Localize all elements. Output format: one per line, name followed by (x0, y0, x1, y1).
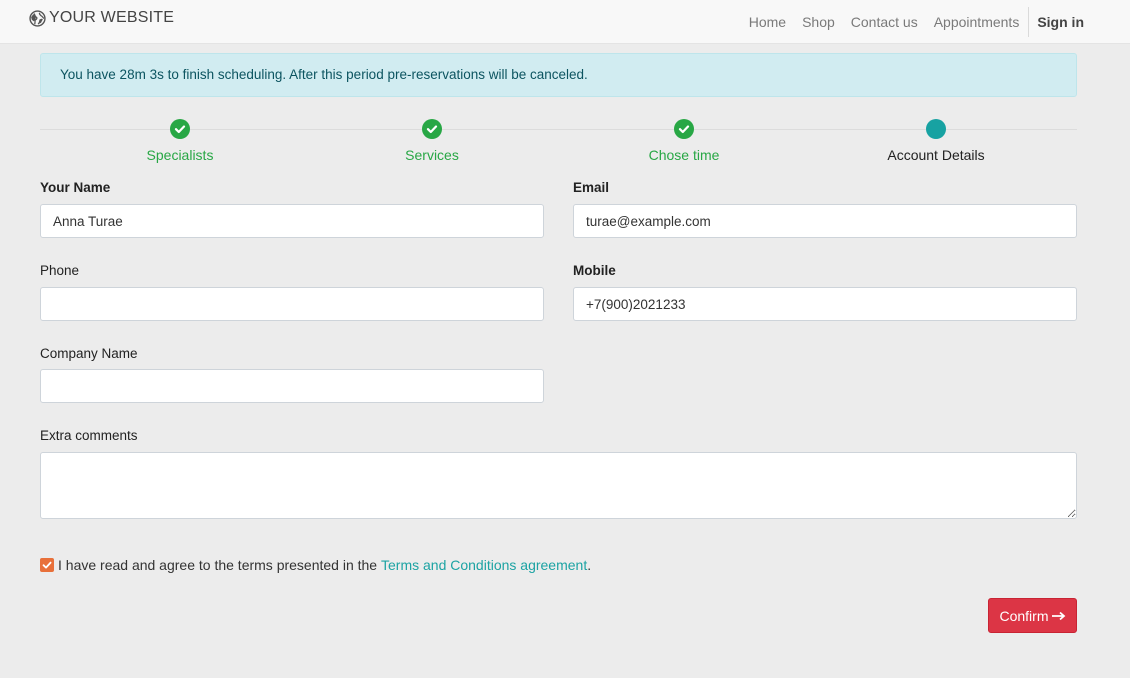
navbar: YOUR WEBSITE Home Shop Contact us Appoin… (0, 0, 1130, 44)
step-chose-time[interactable]: Chose time (555, 118, 813, 163)
phone-input[interactable] (40, 287, 544, 321)
step-check-icon (422, 119, 442, 139)
step-label: Services (405, 147, 459, 163)
step-label: Chose time (648, 147, 720, 163)
confirm-label: Confirm (999, 607, 1049, 624)
step-specialists[interactable]: Specialists (51, 118, 309, 163)
company-name-input[interactable] (40, 369, 544, 403)
progress-stepper: Specialists Services Chose time Account … (40, 118, 1077, 168)
nav-link-home[interactable]: Home (749, 14, 786, 30)
mobile-input[interactable] (573, 287, 1077, 321)
nav-link-contact-us[interactable]: Contact us (851, 14, 918, 30)
your-name-input[interactable] (40, 204, 544, 238)
timer-alert: You have 28m 3s to finish scheduling. Af… (40, 53, 1077, 97)
step-account-details: Account Details (807, 118, 1065, 163)
terms-text: I have read and agree to the terms prese… (58, 557, 378, 573)
brand-name: YOUR WEBSITE (49, 9, 175, 26)
nav-links: Home Shop Contact us Appointments Sign i… (733, 0, 1084, 44)
extra-comments-textarea[interactable] (40, 452, 1077, 519)
confirm-button[interactable]: Confirm (988, 598, 1077, 633)
step-label: Specialists (146, 147, 214, 163)
step-check-icon (170, 119, 190, 139)
email-label: Email (573, 180, 610, 195)
terms-checkbox[interactable] (40, 558, 54, 572)
arrow-right-icon (1051, 608, 1066, 624)
nav-divider (1028, 7, 1030, 37)
step-services[interactable]: Services (303, 118, 561, 163)
globe-icon (29, 9, 46, 27)
step-label: Account Details (887, 147, 985, 163)
email-input[interactable] (573, 204, 1077, 238)
mobile-label: Mobile (573, 263, 616, 278)
your-name-label: Your Name (40, 180, 111, 195)
brand-logo[interactable]: YOUR WEBSITE (29, 9, 174, 27)
timer-alert-text: You have 28m 3s to finish scheduling. Af… (60, 67, 588, 82)
step-current-dot-icon (926, 119, 946, 139)
terms-agreement: I have read and agree to the terms prese… (40, 557, 591, 573)
checkmark-icon (42, 561, 52, 569)
sign-in-link[interactable]: Sign in (1037, 14, 1084, 30)
step-check-icon (674, 119, 694, 139)
nav-link-shop[interactable]: Shop (802, 14, 835, 30)
phone-label: Phone (40, 263, 80, 278)
terms-link[interactable]: Terms and Conditions agreement (381, 557, 587, 573)
company-name-label: Company Name (40, 346, 138, 361)
extra-comments-label: Extra comments (40, 428, 138, 443)
nav-link-appointments[interactable]: Appointments (934, 14, 1020, 30)
terms-suffix: . (587, 557, 592, 573)
